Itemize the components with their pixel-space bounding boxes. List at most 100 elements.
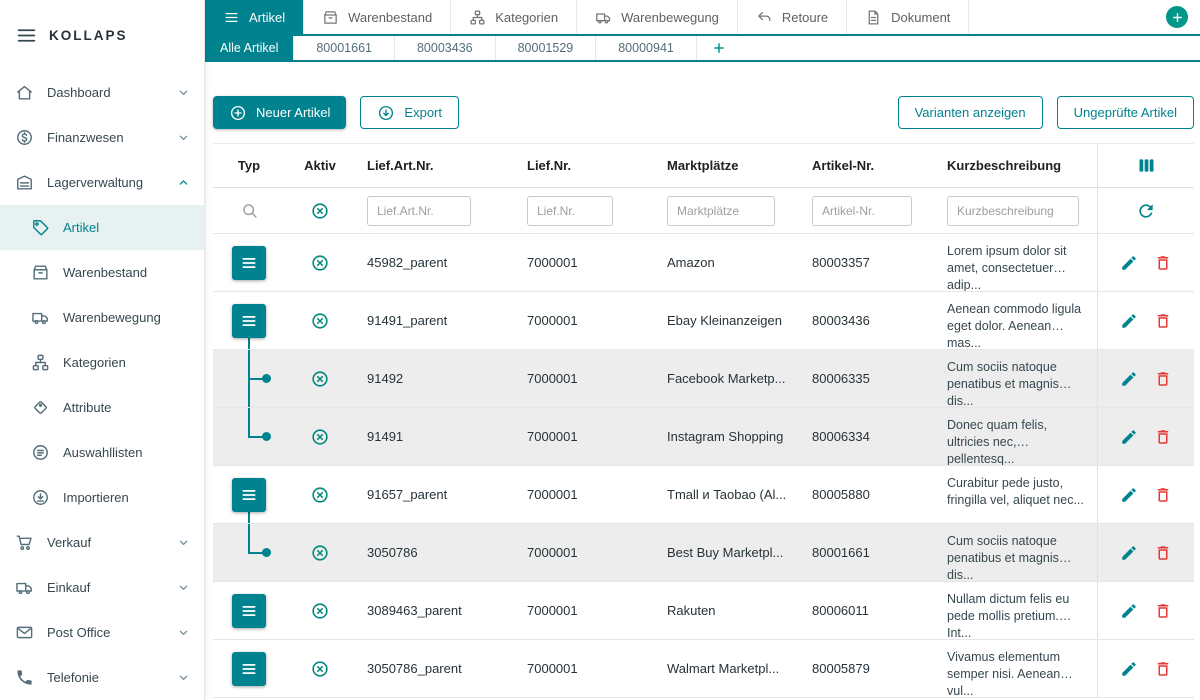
sidebar-item-warenbewegung[interactable]: Warenbewegung bbox=[0, 295, 204, 340]
content-area: Neuer Artikel Export Varianten anzeigen … bbox=[205, 62, 1200, 700]
tab-label: Artikel bbox=[249, 10, 285, 25]
delete-icon[interactable] bbox=[1154, 428, 1172, 446]
cell-typ bbox=[213, 350, 285, 407]
subtab-article[interactable]: 80000941 bbox=[596, 36, 697, 60]
delete-icon[interactable] bbox=[1154, 486, 1172, 504]
cell-artikel-nr: 80006335 bbox=[800, 350, 935, 407]
article-type-button[interactable] bbox=[232, 652, 266, 686]
active-status-icon[interactable] bbox=[310, 601, 330, 621]
add-article-tab-button[interactable] bbox=[697, 36, 741, 60]
article-type-button[interactable] bbox=[232, 478, 266, 512]
active-status-icon[interactable] bbox=[310, 427, 330, 447]
menu-icon[interactable] bbox=[16, 25, 37, 46]
chevron-down-icon bbox=[176, 580, 191, 595]
cell-artikel-nr: 80006011 bbox=[800, 582, 935, 639]
cell-aktiv bbox=[285, 234, 355, 291]
sidebar-item-attribute[interactable]: Attribute bbox=[0, 385, 204, 430]
subtab-label: 80003436 bbox=[417, 41, 473, 55]
sidebar-item-label: Kategorien bbox=[63, 355, 126, 370]
delete-icon[interactable] bbox=[1154, 370, 1172, 388]
active-filter-icon[interactable] bbox=[310, 201, 330, 221]
sidebar-nav: Dashboard Finanzwesen Lagerverwaltung Ar… bbox=[0, 70, 204, 700]
delete-icon[interactable] bbox=[1154, 312, 1172, 330]
kurzbeschreibung-filter-input[interactable] bbox=[947, 196, 1079, 226]
tree-connector bbox=[248, 512, 250, 523]
list-icon bbox=[240, 254, 258, 272]
edit-icon[interactable] bbox=[1120, 254, 1138, 272]
sidebar-item-artikel[interactable]: Artikel bbox=[0, 205, 204, 250]
delete-icon[interactable] bbox=[1154, 602, 1172, 620]
delete-icon[interactable] bbox=[1154, 660, 1172, 678]
article-type-button[interactable] bbox=[232, 246, 266, 280]
article-type-button[interactable] bbox=[232, 304, 266, 338]
edit-icon[interactable] bbox=[1120, 602, 1138, 620]
tab-dokument[interactable]: Dokument bbox=[847, 0, 969, 34]
refresh-icon[interactable] bbox=[1136, 201, 1156, 221]
table-row-child: 91491 7000001 Instagram Shopping 8000633… bbox=[213, 408, 1194, 466]
active-status-icon[interactable] bbox=[310, 485, 330, 505]
cell-actions bbox=[1097, 408, 1194, 465]
active-status-icon[interactable] bbox=[310, 543, 330, 563]
tab-warenbestand[interactable]: Warenbestand bbox=[304, 0, 451, 34]
edit-icon[interactable] bbox=[1120, 486, 1138, 504]
sidebar-item-auswahllisten[interactable]: Auswahllisten bbox=[0, 430, 204, 475]
tab-warenbewegung[interactable]: Warenbewegung bbox=[577, 0, 738, 34]
return-icon bbox=[756, 9, 773, 26]
tab-retoure[interactable]: Retoure bbox=[738, 0, 847, 34]
edit-icon[interactable] bbox=[1120, 544, 1138, 562]
subtab-article[interactable]: 80001661 bbox=[294, 36, 395, 60]
delete-icon[interactable] bbox=[1154, 254, 1172, 272]
table-header-row: Typ Aktiv Lief.Art.Nr. Lief.Nr. Marktplä… bbox=[213, 144, 1194, 188]
attribute-icon bbox=[31, 398, 50, 417]
article-type-button[interactable] bbox=[232, 594, 266, 628]
sidebar-item-telefonie[interactable]: Telefonie bbox=[0, 655, 204, 700]
subtab-alle-artikel[interactable]: Alle Artikel bbox=[205, 36, 294, 60]
subtab-article[interactable]: 80001529 bbox=[496, 36, 597, 60]
cell-artikel-nr: 80005880 bbox=[800, 466, 935, 523]
sidebar-item-einkauf[interactable]: Einkauf bbox=[0, 565, 204, 610]
edit-icon[interactable] bbox=[1120, 428, 1138, 446]
subtab-article[interactable]: 80003436 bbox=[395, 36, 496, 60]
subtab-label: 80001529 bbox=[518, 41, 574, 55]
search-icon bbox=[240, 201, 259, 220]
tab-kategorien[interactable]: Kategorien bbox=[451, 0, 577, 34]
columns-icon[interactable] bbox=[1136, 155, 1157, 176]
tab-artikel[interactable]: Artikel bbox=[205, 0, 304, 34]
cell-aktiv bbox=[285, 524, 355, 581]
sidebar-item-importieren[interactable]: Importieren bbox=[0, 475, 204, 520]
edit-icon[interactable] bbox=[1120, 370, 1138, 388]
filter-lief-nr bbox=[515, 188, 655, 233]
table-row-child: 91492 7000001 Facebook Marketp... 800063… bbox=[213, 350, 1194, 408]
active-status-icon[interactable] bbox=[310, 311, 330, 331]
cell-marktplatz: Ebay Kleinanzeigen bbox=[655, 292, 800, 349]
delete-icon[interactable] bbox=[1154, 544, 1172, 562]
lief-nr-filter-input[interactable] bbox=[527, 196, 613, 226]
lief-art-nr-filter-input[interactable] bbox=[367, 196, 471, 226]
toolbar-right: Varianten anzeigen Ungeprüfte Artikel bbox=[898, 96, 1194, 129]
active-status-icon[interactable] bbox=[310, 369, 330, 389]
list-icon bbox=[240, 312, 258, 330]
show-variants-button[interactable]: Varianten anzeigen bbox=[898, 96, 1043, 129]
header-actions bbox=[1097, 144, 1194, 187]
add-tab-button[interactable] bbox=[1166, 6, 1188, 28]
edit-icon[interactable] bbox=[1120, 312, 1138, 330]
edit-icon[interactable] bbox=[1120, 660, 1138, 678]
sidebar-item-dashboard[interactable]: Dashboard bbox=[0, 70, 204, 115]
active-status-icon[interactable] bbox=[310, 253, 330, 273]
artikel-nr-filter-input[interactable] bbox=[812, 196, 912, 226]
sidebar-item-warenbestand[interactable]: Warenbestand bbox=[0, 250, 204, 295]
marktplaetze-filter-input[interactable] bbox=[667, 196, 775, 226]
sidebar-header: KOLLAPS bbox=[0, 0, 204, 70]
active-status-icon[interactable] bbox=[310, 659, 330, 679]
sidebar-item-lagerverwaltung[interactable]: Lagerverwaltung bbox=[0, 160, 204, 205]
export-button[interactable]: Export bbox=[360, 96, 459, 129]
sidebar-item-verkauf[interactable]: Verkauf bbox=[0, 520, 204, 565]
sidebar-item-label: Telefonie bbox=[47, 670, 99, 685]
sidebar-item-finanzwesen[interactable]: Finanzwesen bbox=[0, 115, 204, 160]
sidebar-item-post-office[interactable]: Post Office bbox=[0, 610, 204, 655]
plus-icon bbox=[712, 41, 726, 55]
new-article-button[interactable]: Neuer Artikel bbox=[213, 96, 346, 129]
sidebar-item-kategorien[interactable]: Kategorien bbox=[0, 340, 204, 385]
sidebar: KOLLAPS Dashboard Finanzwesen Lagerverwa… bbox=[0, 0, 205, 700]
unchecked-articles-button[interactable]: Ungeprüfte Artikel bbox=[1057, 96, 1194, 129]
